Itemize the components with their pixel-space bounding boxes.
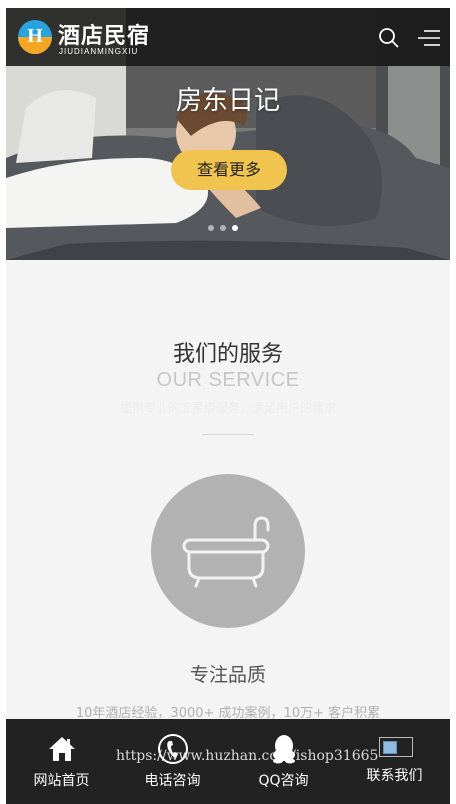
hamburger-menu-icon[interactable] [418,29,440,47]
nav-phone-label: 电话咨询 [144,773,201,789]
view-more-button[interactable]: 查看更多 [171,150,287,190]
nav-phone[interactable]: 电话咨询 [117,719,228,804]
bottom-nav-bar: 网站首页 电话咨询 QQ咨询 联系我们 https://www.huzhan.c… [6,719,450,804]
logo-subtitle: JIUDIANMINGXIU [59,47,139,56]
nav-qq-label: QQ咨询 [258,773,309,789]
search-icon[interactable] [378,27,400,49]
nav-home-label: 网站首页 [33,773,90,789]
nav-qq[interactable]: QQ咨询 [228,719,339,804]
page-frame: 房东日记 查看更多 H 酒店民宿 JIUDIANMINGXIU 我们的服务 OU… [6,8,450,804]
bathtub-icon [182,516,270,588]
carousel-dot-active[interactable] [232,225,238,231]
carousel-dots [206,225,250,233]
carousel-dot[interactable] [208,225,214,231]
section-subtitle: OUR SERVICE [156,369,300,391]
carousel-dot[interactable] [220,225,226,231]
logo-title: 酒店民宿 [58,23,151,49]
phone-icon [158,734,188,764]
banner-title: 房东日记 [175,86,280,116]
section-description: 提供专业的五星级服务，满足用户的需求 [119,401,336,415]
logo-mark-icon: H [18,20,52,54]
section-divider [202,434,254,435]
nav-home[interactable]: 网站首页 [6,719,117,804]
feature-title: 专注品质 [189,664,266,686]
site-logo[interactable]: H 酒店民宿 JIUDIANMINGXIU [18,16,168,60]
top-header: H 酒店民宿 JIUDIANMINGXIU [6,8,450,66]
home-icon [49,737,75,761]
broken-image-icon [379,737,413,757]
nav-contact-label: 联系我们 [366,768,423,784]
feature-icon-circle[interactable] [151,474,305,628]
section-title: 我们的服务 [172,342,283,367]
qq-penguin-icon [273,735,295,764]
nav-contact[interactable]: 联系我们 [339,719,450,804]
